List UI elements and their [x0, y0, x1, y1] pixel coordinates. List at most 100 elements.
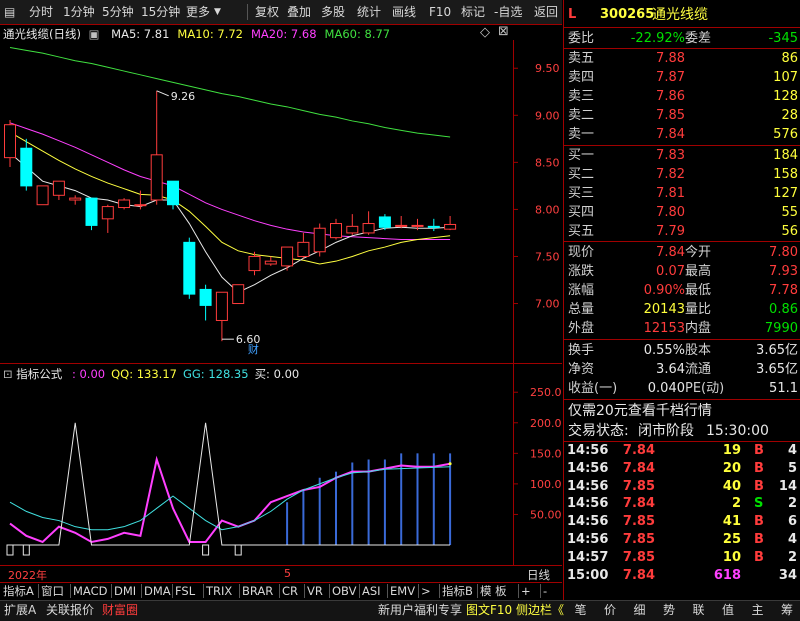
candle-body	[282, 247, 293, 266]
tick-volume: 2	[732, 495, 741, 513]
tab-divider	[304, 584, 305, 598]
footer-new-user-offer[interactable]: 新用户福利专享	[378, 601, 462, 619]
trade-status: 交易状态: 闭市阶段 15:30:00	[564, 421, 800, 441]
ask-row[interactable]: 卖二7.8528	[564, 106, 800, 125]
indicator-tab[interactable]: OBV	[332, 583, 356, 599]
footer-sidebar-toggle[interactable]: 侧边栏《	[516, 601, 564, 619]
indicator-tab[interactable]: TRIX	[206, 583, 232, 599]
panel-switch-button[interactable]: 势	[655, 601, 684, 619]
status-value: 闭市阶段	[638, 421, 694, 441]
bid-row[interactable]: 买三7.81127	[564, 184, 800, 203]
indicator-tab[interactable]: FSL	[175, 583, 195, 599]
indicator-tab[interactable]: +	[521, 583, 531, 599]
tick-direction: B	[754, 531, 764, 549]
indicator-point-QQ	[449, 462, 452, 465]
indicator-tab[interactable]: 指标A	[3, 583, 34, 599]
candle-body	[200, 289, 211, 305]
indicator-tick-label: 250.0	[530, 386, 562, 399]
fundamental-label: 净资	[568, 360, 594, 379]
indicator-tab[interactable]: DMA	[144, 583, 171, 599]
fundamental-row: 净资3.64流通3.65亿	[564, 360, 800, 379]
ask-row[interactable]: 卖五7.8886	[564, 49, 800, 68]
bid-row[interactable]: 买一7.83184	[564, 146, 800, 165]
bid-volume: 158	[773, 165, 798, 184]
stat-value: 7990	[765, 319, 798, 338]
candle-body	[151, 155, 162, 200]
divider	[564, 145, 800, 146]
bid-row[interactable]: 买二7.82158	[564, 165, 800, 184]
panel-switch-button[interactable]: 价	[596, 601, 625, 619]
tick-time: 15:00	[567, 567, 608, 585]
indicator-neg-bar	[235, 545, 241, 555]
stat-row: 外盘12153内盘7990	[564, 319, 800, 338]
tick-count: 4	[788, 442, 797, 460]
indicator-tab[interactable]: ASI	[362, 583, 381, 599]
period-daily-button[interactable]: 日线	[527, 567, 550, 583]
indicator-tab[interactable]: BRAR	[242, 583, 273, 599]
weibi-value: -22.92%	[631, 29, 685, 48]
stat-row: 涨幅0.90%最低7.78	[564, 281, 800, 300]
stat-value: 7.84	[656, 243, 685, 262]
panel-switch-button[interactable]: 细	[625, 601, 654, 619]
tick-direction: B	[754, 513, 764, 531]
indicator-tick-label: 150.0	[530, 447, 562, 460]
promo-text[interactable]: 仅需20元查看千档行情	[568, 401, 712, 421]
bid-volume: 127	[773, 184, 798, 203]
footer-wealth-circle[interactable]: 财富圈	[102, 601, 138, 619]
stat-label: 涨幅	[568, 281, 594, 300]
indicator-tab[interactable]: EMV	[390, 583, 415, 599]
stat-value: 7.78	[769, 281, 798, 300]
tick-price: 7.85	[623, 549, 655, 567]
tick-price: 7.84	[623, 460, 655, 478]
panel-switch-button[interactable]: 筹	[773, 601, 800, 619]
candle-body	[428, 226, 439, 227]
footer-extend-a[interactable]: 扩展A	[4, 601, 36, 619]
indicator-tick-label: 200.0	[530, 417, 562, 430]
panel-switch-button[interactable]: 联	[684, 601, 713, 619]
ma60-line	[10, 48, 450, 137]
indicator-tab[interactable]: DMI	[114, 583, 136, 599]
ask-row[interactable]: 卖四7.87107	[564, 68, 800, 87]
tick-count: 2	[788, 549, 797, 567]
ask-label: 卖二	[568, 106, 594, 125]
status-time: 15:30:00	[706, 421, 769, 441]
panel-switch-button[interactable]: 主	[743, 601, 772, 619]
tick-price: 7.84	[623, 495, 655, 513]
tick-row: 14:567.8419B4	[564, 442, 800, 460]
high-pointer	[157, 91, 169, 96]
indicator-neg-bar	[203, 545, 209, 555]
indicator-tab[interactable]: >	[421, 583, 431, 599]
indicator-tab[interactable]: MACD	[73, 583, 107, 599]
tab-divider	[279, 584, 280, 598]
level2-promo[interactable]: 仅需20元查看千档行情	[564, 401, 800, 421]
indicator-tab[interactable]: 模 板	[480, 583, 507, 599]
divider	[564, 339, 800, 340]
tick-row: 14:567.8540B14	[564, 478, 800, 496]
stat-label: 外盘	[568, 319, 594, 338]
tab-divider	[38, 584, 39, 598]
tick-volume: 19	[723, 442, 741, 460]
ask-row[interactable]: 卖一7.84576	[564, 125, 800, 144]
stat-label: 内盘	[685, 319, 711, 338]
panel-switch-button[interactable]: 笔	[566, 601, 595, 619]
indicator-tab[interactable]: CR	[282, 583, 298, 599]
tick-price: 7.84	[623, 567, 655, 585]
candle-body	[168, 181, 179, 205]
ask-row[interactable]: 卖三7.86128	[564, 87, 800, 106]
bid-price: 7.79	[656, 222, 685, 241]
ask-price: 7.88	[656, 49, 685, 68]
candle-body	[53, 181, 64, 195]
bid-row[interactable]: 买五7.7956	[564, 222, 800, 241]
panel-switch-button[interactable]: 值	[714, 601, 743, 619]
bid-row[interactable]: 买四7.8055	[564, 203, 800, 222]
fundamental-label: 收益(一)	[568, 379, 617, 398]
indicator-tab[interactable]: VR	[307, 583, 323, 599]
indicator-tab[interactable]: 窗口	[41, 583, 64, 599]
ask-label: 卖三	[568, 87, 594, 106]
candle-body	[216, 292, 227, 320]
indicator-tab[interactable]: 指标B	[442, 583, 473, 599]
footer-related-quote[interactable]: 关联报价	[46, 601, 94, 619]
divider	[564, 399, 800, 400]
indicator-tab[interactable]: -	[543, 583, 547, 599]
footer-f10-graphic[interactable]: 图文F10	[466, 601, 512, 619]
